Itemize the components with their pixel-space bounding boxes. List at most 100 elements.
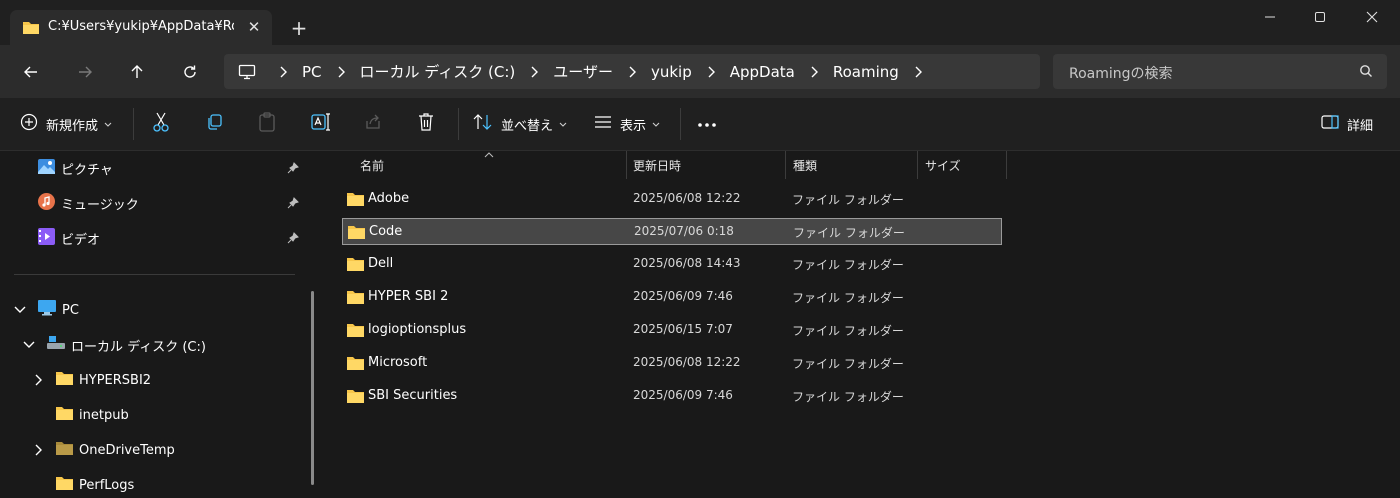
- command-bar: 新規作成 並べ替え 表示 詳細: [0, 98, 1400, 151]
- table-row[interactable]: Microsoft 2025/06/08 12:22 ファイル フォルダー: [342, 350, 1002, 377]
- view-button[interactable]: 表示: [594, 112, 660, 136]
- share-icon: [364, 113, 382, 135]
- forward-arrow-icon[interactable]: [72, 59, 98, 85]
- folder-icon: [22, 20, 40, 39]
- chevron-down-icon[interactable]: [14, 304, 26, 316]
- sidebar-item-hypersbi2[interactable]: HYPERSBI2: [56, 367, 151, 393]
- new-tab-button[interactable]: +: [288, 17, 310, 39]
- chevron-right-icon[interactable]: [521, 66, 547, 78]
- refresh-icon[interactable]: [177, 59, 203, 85]
- chevron-right-icon[interactable]: [270, 66, 296, 78]
- share-button[interactable]: [364, 112, 382, 136]
- column-divider[interactable]: [785, 151, 786, 179]
- navigation-bar: PC ローカル ディスク (C:) ユーザー yukip AppData Roa…: [0, 45, 1400, 98]
- folder-icon: [56, 406, 73, 424]
- pin-icon[interactable]: [287, 162, 299, 178]
- search-box[interactable]: Roamingの検索: [1053, 54, 1387, 89]
- pin-icon[interactable]: [287, 197, 299, 213]
- chevron-right-icon[interactable]: [698, 66, 724, 78]
- close-window-icon[interactable]: [1361, 6, 1383, 28]
- more-options-button[interactable]: [697, 112, 717, 136]
- breadcrumb-local-disk[interactable]: ローカル ディスク (C:): [354, 61, 522, 82]
- new-button[interactable]: 新規作成: [20, 112, 112, 136]
- chevron-right-icon[interactable]: [905, 66, 931, 78]
- copy-icon: [205, 113, 223, 135]
- rename-icon: [311, 113, 331, 135]
- file-type: ファイル フォルダー: [792, 390, 904, 404]
- sidebar-item-videos[interactable]: ビデオ: [38, 225, 100, 251]
- copy-button[interactable]: [205, 112, 223, 136]
- sidebar-item-perflogs[interactable]: PerfLogs: [56, 472, 134, 498]
- folder-icon: [347, 192, 364, 210]
- column-divider[interactable]: [1006, 151, 1007, 179]
- column-header-type[interactable]: 種類: [793, 151, 817, 179]
- breadcrumb-pc[interactable]: PC: [296, 63, 328, 81]
- column-header-name[interactable]: 名前: [360, 151, 384, 179]
- delete-button[interactable]: [417, 112, 435, 136]
- drive-icon: [47, 336, 65, 354]
- sidebar-item-onedrivetemp[interactable]: OneDriveTemp: [56, 437, 175, 463]
- table-row[interactable]: Adobe 2025/06/08 12:22 ファイル フォルダー: [342, 186, 1002, 213]
- sidebar-item-label: PerfLogs: [79, 477, 135, 493]
- sort-button[interactable]: 並べ替え: [473, 112, 567, 136]
- tab-roaming[interactable]: C:¥Users¥yukip¥AppData¥Roaming ✕: [10, 10, 272, 45]
- pictures-icon: [38, 158, 55, 178]
- sidebar-item-label: ローカル ディスク (C:): [71, 339, 206, 355]
- chevron-right-icon[interactable]: [328, 66, 354, 78]
- close-tab-icon[interactable]: ✕: [244, 17, 264, 37]
- chevron-right-icon[interactable]: [801, 66, 827, 78]
- file-date: 2025/06/08 14:43: [633, 256, 741, 270]
- details-pane-button[interactable]: 詳細: [1321, 112, 1373, 136]
- file-type: ファイル フォルダー: [792, 324, 904, 338]
- rename-button[interactable]: [311, 112, 331, 136]
- videos-icon: [38, 227, 55, 249]
- chevron-right-icon[interactable]: [619, 66, 645, 78]
- file-date: 2025/06/09 7:46: [633, 388, 733, 402]
- maximize-icon[interactable]: [1309, 6, 1331, 28]
- folder-icon: [348, 225, 365, 243]
- sort-icon: [473, 113, 493, 135]
- file-list: 名前 更新日時 種類 サイズ Adobe 2025/06/08 12:22 ファ…: [324, 151, 1400, 485]
- file-type: ファイル フォルダー: [792, 258, 904, 272]
- cut-button[interactable]: [152, 112, 170, 136]
- file-name: Microsoft: [368, 355, 428, 370]
- folder-icon: [347, 323, 364, 341]
- table-row[interactable]: Code 2025/07/06 0:18 ファイル フォルダー: [342, 218, 1002, 245]
- column-header-size[interactable]: サイズ: [925, 151, 961, 179]
- table-row[interactable]: Dell 2025/06/08 14:43 ファイル フォルダー: [342, 251, 1002, 278]
- sidebar-item-music[interactable]: ミュージック: [38, 190, 139, 216]
- chevron-down-icon: [652, 117, 660, 132]
- title-bar: C:¥Users¥yukip¥AppData¥Roaming ✕ +: [0, 0, 1400, 45]
- back-arrow-icon[interactable]: [18, 59, 44, 85]
- paste-button[interactable]: [258, 112, 276, 136]
- sidebar-divider: [14, 274, 295, 275]
- minimize-icon[interactable]: [1259, 6, 1281, 28]
- pin-icon[interactable]: [287, 232, 299, 248]
- monitor-icon: [224, 64, 270, 80]
- chevron-down-icon[interactable]: [23, 339, 35, 351]
- column-divider[interactable]: [626, 151, 627, 179]
- breadcrumb-appdata[interactable]: AppData: [724, 63, 801, 81]
- chevron-down-icon: [104, 117, 112, 132]
- sidebar-item-pictures[interactable]: ピクチャ: [38, 155, 113, 181]
- column-divider[interactable]: [917, 151, 918, 179]
- chevron-right-icon[interactable]: [32, 444, 44, 456]
- sidebar-item-inetpub[interactable]: inetpub: [56, 402, 129, 428]
- search-input[interactable]: Roamingの検索: [1069, 63, 1173, 83]
- column-header-date[interactable]: 更新日時: [633, 151, 681, 179]
- sidebar-scrollbar[interactable]: [311, 291, 314, 485]
- monitor-icon: [38, 300, 56, 320]
- sidebar-item-pc[interactable]: PC: [38, 297, 79, 323]
- table-row[interactable]: SBI Securities 2025/06/09 7:46 ファイル フォルダ…: [342, 383, 1002, 410]
- breadcrumb-roaming[interactable]: Roaming: [827, 63, 905, 81]
- address-bar[interactable]: PC ローカル ディスク (C:) ユーザー yukip AppData Roa…: [224, 54, 1040, 89]
- up-arrow-icon[interactable]: [124, 59, 150, 85]
- music-icon: [38, 192, 55, 214]
- breadcrumb-yukip[interactable]: yukip: [645, 63, 698, 81]
- chevron-right-icon[interactable]: [32, 374, 44, 386]
- table-row[interactable]: logioptionsplus 2025/06/15 7:07 ファイル フォル…: [342, 317, 1002, 344]
- table-row[interactable]: HYPER SBI 2 2025/06/09 7:46 ファイル フォルダー: [342, 284, 1002, 311]
- breadcrumb: PC ローカル ディスク (C:) ユーザー yukip AppData Roa…: [224, 54, 931, 89]
- breadcrumb-users[interactable]: ユーザー: [547, 61, 619, 82]
- sidebar-item-local-disk[interactable]: ローカル ディスク (C:): [47, 332, 206, 358]
